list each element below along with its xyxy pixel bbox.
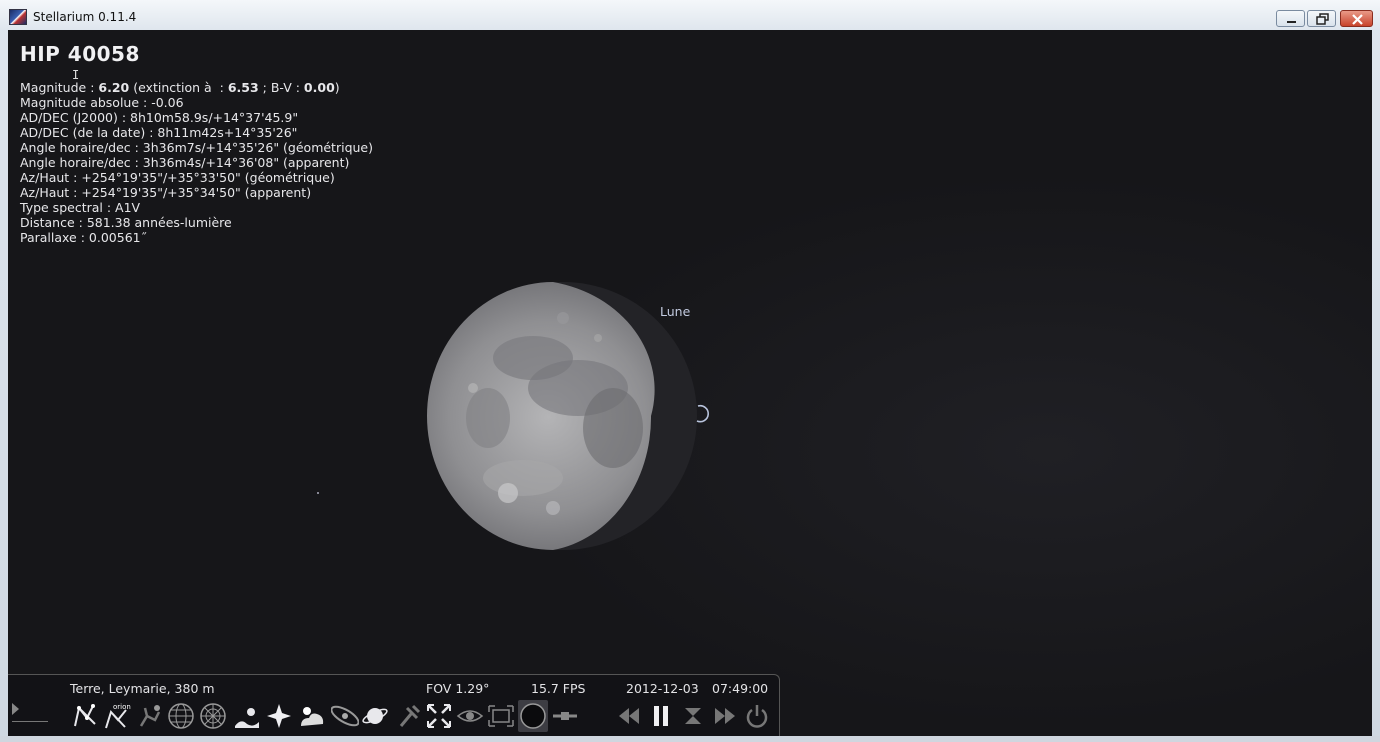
- pause-icon: [654, 706, 668, 726]
- constellation-lines-button[interactable]: [70, 700, 100, 732]
- date-text: 2012-12-03: [626, 681, 699, 696]
- info-line-hour-angle-geometric: Angle horaire/dec : 3h36m7s/+14°35'26" (…: [20, 140, 373, 155]
- nebula-icon: [331, 705, 359, 727]
- atmosphere-button[interactable]: [296, 700, 326, 732]
- minimize-button[interactable]: [1276, 10, 1305, 27]
- info-text: ): [334, 80, 340, 95]
- sensor-frame-button[interactable]: [550, 700, 580, 732]
- toolbar-divider: [12, 721, 48, 722]
- info-line-parallax: Parallaxe : 0.00561˝: [20, 230, 147, 245]
- planets-labels-button[interactable]: [360, 700, 390, 732]
- orion-label: orion: [113, 703, 131, 711]
- ocular-circle-icon: [520, 703, 546, 729]
- azimuthal-grid-icon: [200, 703, 226, 729]
- info-text: (extinction à :: [129, 80, 228, 95]
- star[interactable]: [317, 492, 319, 494]
- cardinal-points-button[interactable]: [264, 700, 294, 732]
- info-line-hour-angle-apparent: Angle horaire/dec : 3h36m4s/+14°36'08" (…: [20, 155, 350, 170]
- info-line-azalt-geometric: Az/Haut : +254°19'35"/+35°33'50" (géomét…: [20, 170, 335, 185]
- object-marker-icon: [696, 404, 710, 423]
- time-text: 07:49:00: [712, 681, 769, 696]
- object-title: HIP 40058: [20, 42, 140, 66]
- constellation-lines-icon: [74, 704, 96, 727]
- info-line-spectral-type: Type spectral : A1V: [20, 200, 141, 215]
- moon-label[interactable]: Lune: [660, 304, 690, 319]
- ocular-button[interactable]: [518, 700, 548, 732]
- constellation-labels-icon: orion: [105, 703, 131, 729]
- decrease-time-speed-button[interactable]: [614, 700, 644, 732]
- fast-forward-icon: [715, 708, 735, 724]
- quit-button[interactable]: [742, 700, 772, 732]
- bv-value: 0.00: [303, 80, 335, 95]
- stellarium-app-icon[interactable]: [9, 9, 27, 25]
- fullscreen-button[interactable]: [486, 700, 516, 732]
- telescope-mount-icon: [399, 704, 421, 727]
- info-line-absolute-magnitude: Magnitude absolue : -0.06: [20, 95, 184, 110]
- pause-button[interactable]: [646, 700, 676, 732]
- eye-icon: [456, 710, 484, 722]
- restore-button[interactable]: [1307, 10, 1336, 27]
- left-toolbar-toggle-icon[interactable]: [12, 703, 19, 715]
- atmosphere-icon: [301, 707, 324, 726]
- info-text: ; B-V :: [258, 80, 304, 95]
- bottom-toolbar: Terre, Leymarie, 380 m FOV 1.29° 15.7 FP…: [8, 674, 780, 737]
- nebulae-button[interactable]: [330, 700, 360, 732]
- extinction-value: 6.53: [227, 80, 259, 95]
- azimuthal-grid-button[interactable]: [198, 700, 228, 732]
- increase-time-speed-button[interactable]: [710, 700, 740, 732]
- minimize-icon: [1287, 21, 1296, 23]
- crosshair-icon: [553, 712, 577, 720]
- equatorial-grid-button[interactable]: [166, 700, 196, 732]
- restore-icon: [1316, 13, 1329, 25]
- info-line-radec-j2000: AD/DEC (J2000) : 8h10m58.9s/+14°37'45.9": [20, 110, 299, 125]
- rewind-icon: [619, 708, 639, 724]
- power-icon: [746, 705, 768, 728]
- moon[interactable]: [413, 278, 713, 568]
- info-line-radec-date: AD/DEC (de la date) : 8h11m42s+14°35'26": [20, 125, 298, 140]
- application-window: Stellarium 0.11.4 HIP 40058 Magnitude : …: [0, 0, 1380, 742]
- window-title: Stellarium 0.11.4: [33, 10, 137, 24]
- hourglass-icon: [685, 708, 701, 724]
- center-target-icon: [427, 704, 451, 728]
- taskbar-edge: [0, 736, 1380, 742]
- center-on-object-button[interactable]: [424, 700, 454, 732]
- ground-icon: [235, 708, 259, 728]
- planet-icon: [362, 708, 388, 724]
- info-line-magnitude: Magnitude : 6.20 (extinction à : 6.53 ; …: [20, 80, 373, 95]
- cardinal-points-icon: [267, 704, 291, 728]
- info-text: Magnitude :: [20, 80, 99, 95]
- close-icon: [1352, 14, 1363, 25]
- location-text: Terre, Leymarie, 380 m: [70, 681, 215, 696]
- ground-button[interactable]: [232, 700, 262, 732]
- equatorial-grid-icon: [168, 703, 194, 729]
- equatorial-mount-button[interactable]: [394, 700, 424, 732]
- night-mode-button[interactable]: [455, 700, 485, 732]
- info-line-distance: Distance : 581.38 années-lumière: [20, 215, 232, 230]
- text-cursor-icon: I: [72, 68, 80, 82]
- real-time-button[interactable]: [678, 700, 708, 732]
- fullscreen-icon: [488, 705, 514, 727]
- fov-text: FOV 1.29°: [426, 681, 490, 696]
- fps-text: 15.7 FPS: [531, 681, 586, 696]
- sky-view[interactable]: HIP 40058 Magnitude : 6.20 (extinction à…: [8, 30, 1372, 736]
- title-bar[interactable]: Stellarium 0.11.4: [0, 0, 1380, 30]
- info-line-azalt-apparent: Az/Haut : +254°19'35"/+35°34'50" (appare…: [20, 185, 312, 200]
- constellation-labels-button[interactable]: orion: [102, 700, 132, 732]
- close-button[interactable]: [1340, 10, 1373, 27]
- magnitude-value: 6.20: [98, 80, 130, 95]
- constellation-art-button[interactable]: [134, 700, 164, 732]
- constellation-art-icon: [139, 705, 161, 727]
